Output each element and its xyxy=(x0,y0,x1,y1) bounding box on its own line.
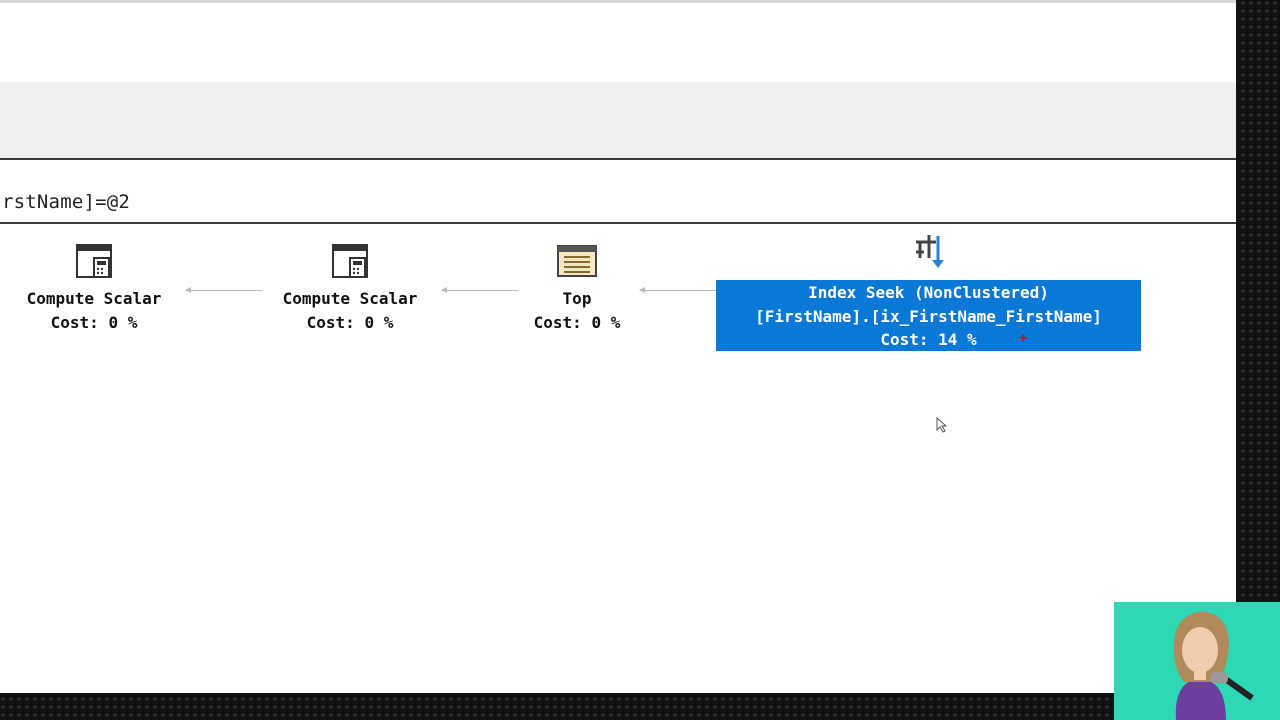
compute-scalar-icon xyxy=(76,244,112,278)
query-statement-text: rstName]=@2 xyxy=(2,191,131,213)
operator-object: [FirstName].[ix_FirstName_FirstName] xyxy=(755,306,1102,326)
operator-cost: Cost: 0 % xyxy=(306,313,394,332)
operator-name: Compute Scalar xyxy=(282,289,418,308)
plan-operator-top[interactable]: Top Cost: 0 % xyxy=(517,243,637,335)
operator-cost: Cost: 0 % xyxy=(533,313,621,332)
compute-scalar-icon xyxy=(332,244,368,278)
plan-operator-compute-scalar-1[interactable]: Compute Scalar Cost: 0 % xyxy=(14,243,174,335)
plan-connector-arrow xyxy=(185,287,262,293)
window-top-border xyxy=(0,0,1236,3)
operator-name: Index Seek (NonClustered) xyxy=(808,283,1049,302)
operator-name: Top xyxy=(562,289,592,308)
plan-operator-compute-scalar-2[interactable]: Compute Scalar Cost: 0 % xyxy=(270,243,430,335)
plan-connector-arrow xyxy=(639,287,716,293)
warning-marker: + xyxy=(1019,330,1028,346)
mouse-cursor-icon xyxy=(936,417,948,433)
plan-operator-index-seek[interactable]: Index Seek (NonClustered) [FirstName].[i… xyxy=(716,280,1141,351)
query-divider xyxy=(0,222,1236,224)
operator-cost: Cost: 14 % xyxy=(880,330,977,349)
results-header-band xyxy=(0,82,1236,160)
plan-connector-arrow xyxy=(441,287,518,293)
operator-name: Compute Scalar xyxy=(26,289,162,308)
query-plan-window: rstName]=@2 Compute Scalar Cost: 0 % Com… xyxy=(0,0,1236,693)
operator-cost: Cost: 0 % xyxy=(50,313,138,332)
webcam-overlay xyxy=(1114,602,1280,720)
index-seek-icon xyxy=(916,235,944,268)
presenter-video-icon xyxy=(1114,602,1280,720)
top-operator-icon xyxy=(557,245,597,277)
